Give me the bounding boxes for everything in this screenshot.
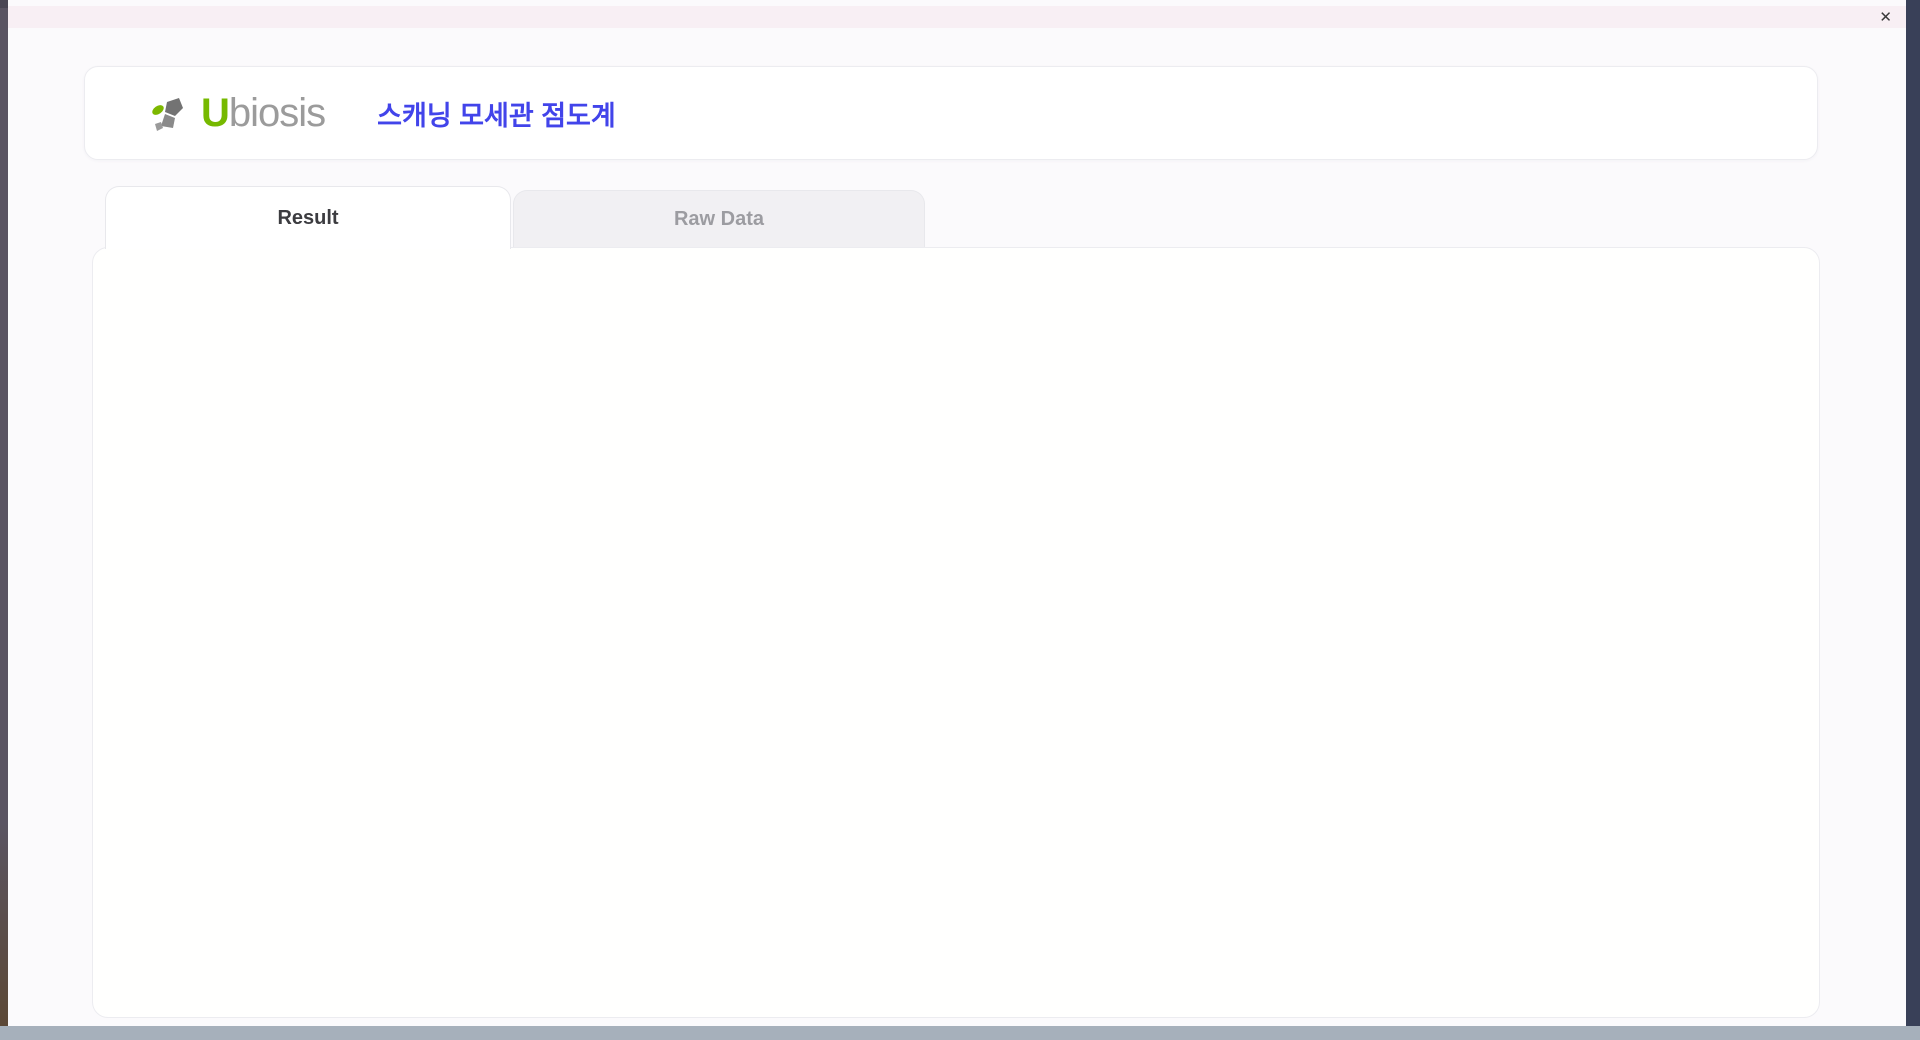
desktop-edge-left [0, 8, 8, 1026]
desktop-bottom-strip [0, 1026, 1920, 1040]
close-icon[interactable]: ✕ [1879, 10, 1892, 25]
desktop-edge-right [1906, 0, 1920, 1026]
app-window: ✕ Ubiosis 스캐닝 모세관 점도계 Result Raw Data [8, 0, 1906, 1026]
desktop: ✕ Ubiosis 스캐닝 모세관 점도계 Result Raw Data [0, 0, 1920, 1040]
result-tab-panel [92, 247, 1820, 1018]
ubiosis-logo: Ubiosis [149, 90, 326, 136]
logo-text-u: U [201, 90, 230, 135]
window-titlebar: ✕ [8, 6, 1906, 28]
app-title: 스캐닝 모세관 점도계 [377, 100, 616, 131]
tab-result[interactable]: Result [105, 186, 511, 249]
header-card: Ubiosis 스캐닝 모세관 점도계 [84, 66, 1818, 160]
tab-raw-data[interactable]: Raw Data [513, 190, 925, 247]
logo-text-biosis: biosis [228, 90, 326, 135]
ubiosis-logo-icon [152, 98, 183, 131]
